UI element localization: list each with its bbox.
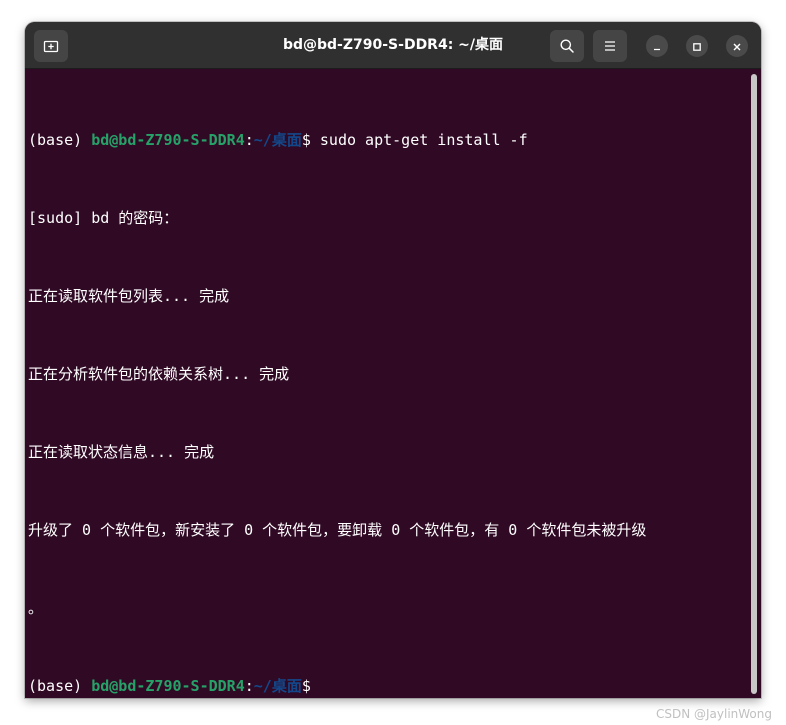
maximize-button[interactable]	[686, 35, 708, 57]
output-line: 正在分析软件包的依赖关系树... 完成	[28, 365, 290, 383]
maximize-icon	[692, 37, 702, 56]
conda-env-label: (base)	[28, 677, 92, 695]
prompt-user-host: bd@bd-Z790-S-DDR4	[91, 131, 245, 149]
conda-env-label: (base)	[28, 131, 92, 149]
output-line: [sudo] bd 的密码：	[28, 209, 179, 227]
prompt-dollar: $	[301, 677, 320, 695]
new-tab-icon	[43, 38, 59, 54]
close-icon	[732, 37, 742, 56]
output-line: 。	[28, 599, 44, 617]
prompt-colon: :	[244, 131, 254, 149]
output-line: 升级了 0 个软件包，新安装了 0 个软件包，要卸载 0 个软件包，有 0 个软…	[28, 521, 647, 539]
output-line: 正在读取软件包列表... 完成	[28, 287, 230, 305]
prompt-line: (base) bd@bd-Z790-S-DDR4:~/桌面$	[28, 673, 747, 698]
prompt-path: ~/桌面	[253, 131, 302, 149]
command-text: sudo apt-get install -f	[319, 131, 528, 149]
prompt-colon: :	[244, 677, 254, 695]
prompt-line: (base) bd@bd-Z790-S-DDR4:~/桌面$ sudo apt-…	[28, 127, 747, 153]
hamburger-menu-icon	[603, 39, 617, 53]
output-line: 正在读取状态信息... 完成	[28, 443, 215, 461]
prompt-dollar: $	[301, 131, 320, 149]
minimize-icon	[652, 37, 662, 56]
close-button[interactable]	[726, 35, 748, 57]
prompt-user-host: bd@bd-Z790-S-DDR4	[91, 677, 245, 695]
prompt-path: ~/桌面	[253, 677, 302, 695]
title-bar[interactable]: bd@bd-Z790-S-DDR4: ~/桌面	[25, 22, 761, 69]
terminal-window: bd@bd-Z790-S-DDR4: ~/桌面 (base) bd@bd-Z79…	[25, 22, 761, 698]
search-button[interactable]	[550, 30, 584, 62]
search-icon	[559, 38, 575, 54]
menu-button[interactable]	[593, 30, 627, 62]
vertical-scrollbar[interactable]	[751, 74, 757, 694]
new-tab-button[interactable]	[34, 30, 68, 62]
terminal-output[interactable]: (base) bd@bd-Z790-S-DDR4:~/桌面$ sudo apt-…	[28, 75, 747, 698]
watermark: CSDN @JaylinWong	[655, 707, 772, 721]
minimize-button[interactable]	[646, 35, 668, 57]
